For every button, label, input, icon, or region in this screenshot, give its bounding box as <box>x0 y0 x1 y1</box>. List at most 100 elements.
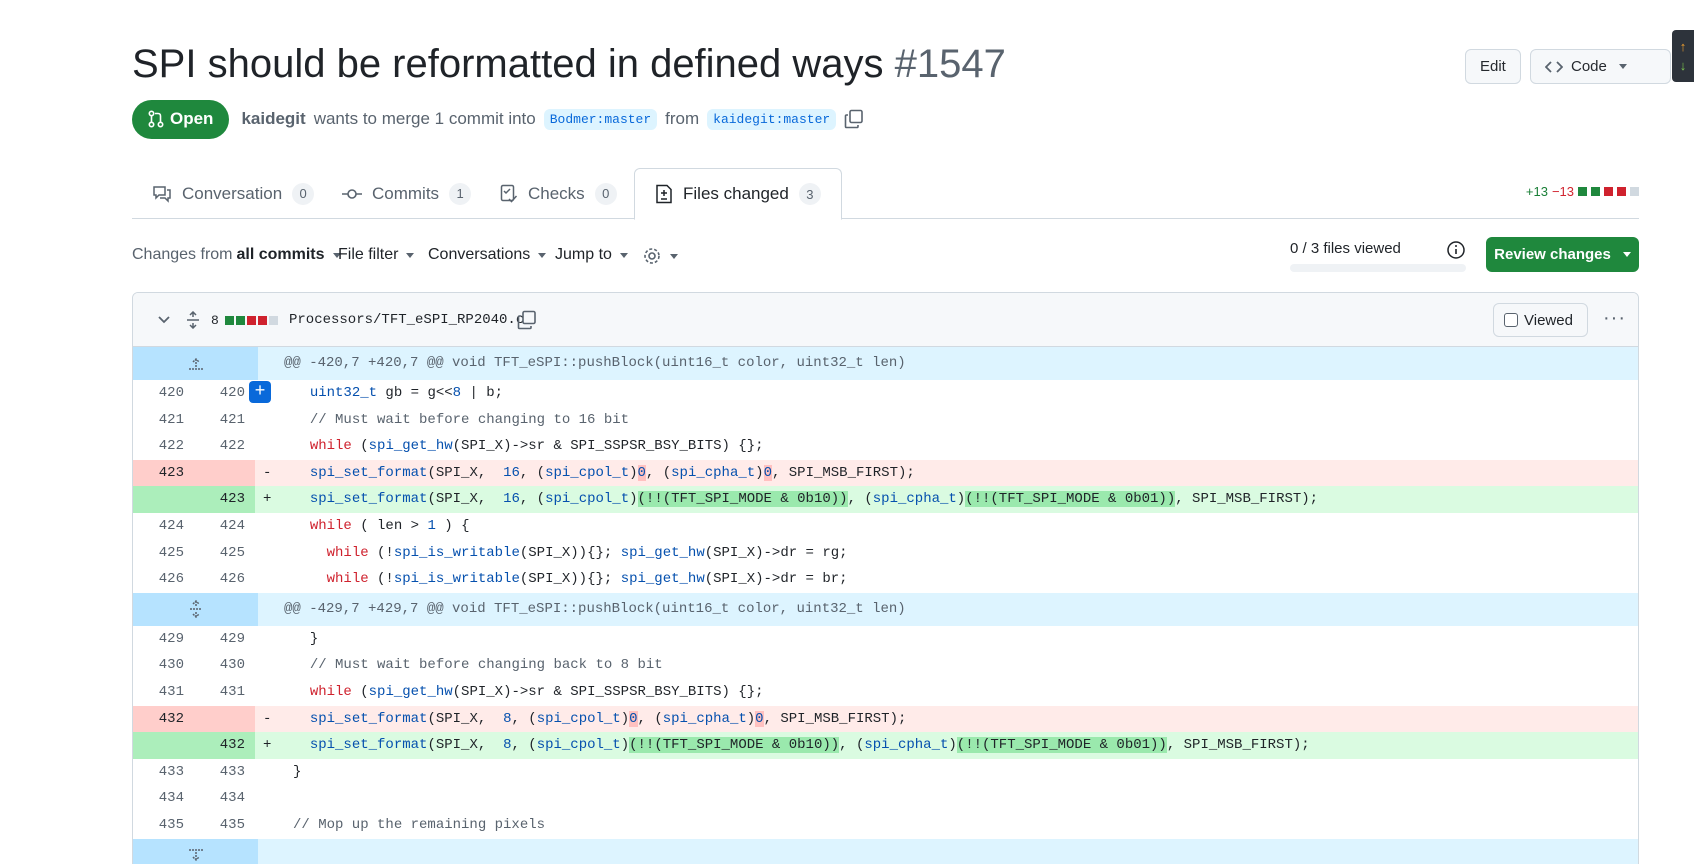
new-line-number[interactable]: 431 <box>194 679 255 706</box>
code-token: , SPI_MSB_FIRST); <box>771 464 915 481</box>
old-line-number[interactable]: 425 <box>133 540 194 567</box>
pr-title-text: SPI should be reformatted in defined way… <box>132 42 884 86</box>
new-line-number[interactable]: 422 <box>194 433 255 460</box>
fold-down-icon <box>188 849 203 862</box>
old-line-number[interactable]: 431 <box>133 679 194 706</box>
new-line-number[interactable]: 424 <box>194 513 255 540</box>
code-token: ( len > <box>351 517 428 534</box>
expand-button[interactable] <box>133 592 258 626</box>
conversations-label: Conversations <box>428 246 531 263</box>
code-line: // Must wait before changing to 16 bit <box>273 407 1638 434</box>
old-line-number[interactable]: 429 <box>133 626 194 653</box>
edit-button[interactable]: Edit <box>1465 49 1521 84</box>
code-token: (SPI_X, <box>427 737 504 754</box>
code-token: , SPI_MSB_FIRST); <box>1175 491 1319 508</box>
code-function: spi_cpha_t <box>872 491 957 508</box>
new-line-number[interactable]: 426 <box>194 566 255 593</box>
more-options-button[interactable]: ··· <box>1603 307 1626 330</box>
tab-count: 3 <box>798 183 821 205</box>
collapse-toggle[interactable] <box>157 293 171 347</box>
old-line-number[interactable]: 433 <box>133 759 194 786</box>
conversations-dropdown[interactable]: Conversations <box>428 246 547 264</box>
new-line-number[interactable]: 425 <box>194 540 255 567</box>
old-line-number[interactable]: 420 <box>133 380 194 407</box>
code-comment: // Must wait before changing back to 8 b… <box>309 657 663 674</box>
new-line-number[interactable]: 430 <box>194 652 255 679</box>
hunk-header: @@ -429,7 +429,7 @@ void TFT_eSPI::pushB… <box>133 592 1638 626</box>
old-line-number[interactable]: 426 <box>133 566 194 593</box>
new-line-number[interactable]: 435 <box>194 812 255 839</box>
code-token: (SPI_X)->dr = rg; <box>704 544 848 561</box>
new-line-number[interactable]: 432 <box>194 732 255 759</box>
arrow-down-icon[interactable]: ↓ <box>1680 58 1687 73</box>
new-line-number[interactable]: 421 <box>194 407 255 434</box>
old-line-number[interactable]: 432 <box>133 705 194 733</box>
file-path-link[interactable]: Processors/TFT_eSPI_RP2040.c <box>289 293 524 347</box>
tab-count: 0 <box>594 182 617 205</box>
head-branch[interactable]: kaidegit:master <box>707 108 837 130</box>
tab-checks[interactable]: Checks 0 <box>480 168 637 219</box>
old-line-number[interactable]: 421 <box>133 407 194 434</box>
code-line: spi_set_format(SPI_X, 16, (spi_cpol_t)0,… <box>309 464 915 481</box>
diff-sign <box>255 759 273 786</box>
new-line-number[interactable] <box>194 459 255 487</box>
new-line-number[interactable]: 420 <box>194 380 255 407</box>
tab-label: Conversation <box>182 183 283 203</box>
viewed-checkbox[interactable]: Viewed <box>1493 303 1588 337</box>
old-line-number[interactable]: 423 <box>133 459 194 487</box>
new-line-number[interactable] <box>194 705 255 733</box>
scroll-navigation[interactable]: ↑ ↓ <box>1672 30 1694 82</box>
code-token: (SPI_X, <box>427 710 504 727</box>
old-line-number[interactable] <box>133 732 194 759</box>
code-line: } <box>273 626 1638 653</box>
jump-to-label: Jump to <box>555 246 612 263</box>
code-line: uint32_t gb = g<<8 | b; <box>273 380 1638 407</box>
copy-icon[interactable] <box>844 109 864 129</box>
new-line-number[interactable]: 429 <box>194 626 255 653</box>
settings-dropdown[interactable] <box>642 246 678 266</box>
old-line-number[interactable]: 430 <box>133 652 194 679</box>
code-line: while (!spi_is_writable(SPI_X)){}; spi_g… <box>326 544 848 561</box>
new-line-number[interactable]: 433 <box>194 759 255 786</box>
checklist-icon <box>500 184 518 203</box>
arrow-up-icon[interactable]: ↑ <box>1680 39 1687 54</box>
expand-all-button[interactable] <box>185 293 201 347</box>
new-line-number[interactable]: 434 <box>194 785 255 812</box>
code-function: spi_is_writable <box>393 544 520 561</box>
tab-conversation[interactable]: Conversation 0 <box>132 168 334 219</box>
tab-files-changed[interactable]: Files changed 3 <box>634 168 842 220</box>
old-line-number[interactable]: 424 <box>133 513 194 540</box>
jump-to-dropdown[interactable]: Jump to <box>555 246 628 264</box>
author-link[interactable]: kaidegit <box>241 109 305 129</box>
deletions-count: −13 <box>1551 184 1574 199</box>
file-filter-dropdown[interactable]: File filter <box>338 246 415 264</box>
base-branch[interactable]: Bodmer:master <box>543 108 658 130</box>
commit-icon <box>342 188 362 199</box>
file-header: 8 Processors/TFT_eSPI_RP2040.c Viewed ··… <box>133 293 1638 347</box>
old-line-number[interactable]: 422 <box>133 433 194 460</box>
old-line-number[interactable] <box>133 486 194 513</box>
review-changes-button[interactable]: Review changes <box>1486 237 1639 272</box>
new-line-number[interactable]: 423 <box>194 486 255 513</box>
tab-commits[interactable]: Commits 1 <box>322 168 491 219</box>
copy-path-button[interactable] <box>517 293 537 347</box>
diff-sign <box>255 812 273 839</box>
checkbox[interactable] <box>1504 313 1518 327</box>
code-token: (SPI_X)->sr & SPI_SSPSR_BSY_BITS) {}; <box>452 438 764 455</box>
old-line-number[interactable]: 435 <box>133 812 194 839</box>
expand-down-button[interactable] <box>133 838 258 864</box>
code-line: // Mop up the remaining pixels <box>273 812 1638 839</box>
code-function: spi_cpha_t <box>864 737 949 754</box>
diff-line: 431 431 while (spi_get_hw(SPI_X)->sr & S… <box>133 679 1638 706</box>
diff-line: 420 420 + uint32_t gb = g<<8 | b; <box>133 380 1638 407</box>
add-comment-button[interactable]: + <box>249 381 271 403</box>
code-function: spi_cpol_t <box>536 710 621 727</box>
code-token: (SPI_X)){}; <box>519 571 621 588</box>
code-token: | b; <box>461 385 504 401</box>
changes-from-dropdown[interactable]: Changes from all commits <box>132 246 341 264</box>
info-icon[interactable] <box>1446 240 1466 260</box>
expand-up-button[interactable] <box>133 347 258 380</box>
code-keyword: while <box>326 544 369 561</box>
code-button[interactable]: Code <box>1530 49 1671 84</box>
old-line-number[interactable]: 434 <box>133 785 194 812</box>
